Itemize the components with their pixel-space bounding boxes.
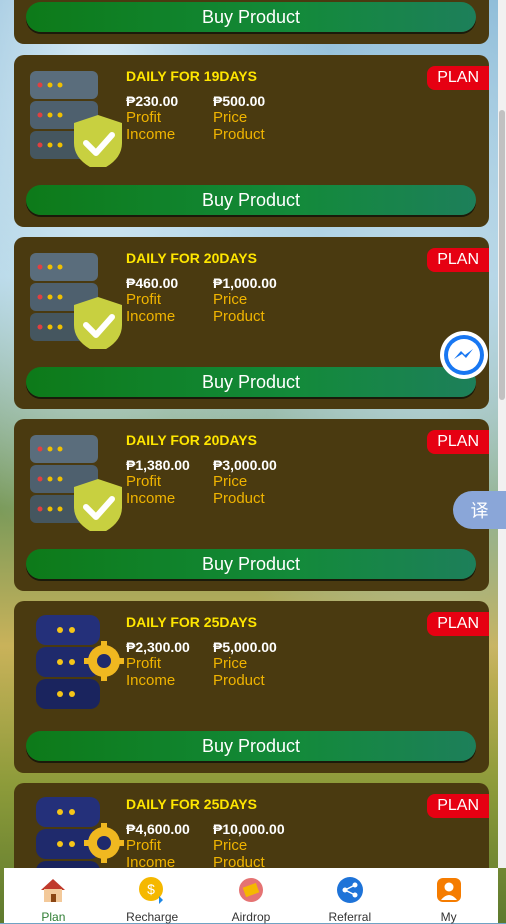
buy-product-button[interactable]: Buy Product [26,185,476,215]
price-label: Price [213,109,248,126]
buy-product-button[interactable]: Buy Product [26,367,476,397]
product-card-partial: Buy Product [14,0,489,44]
plan-badge: PLAN [427,66,489,90]
plan-badge: PLAN [427,794,489,818]
server-gear-icon [36,797,124,868]
plan-title: DAILY FOR 25DAYS [126,614,257,630]
buy-product-button[interactable]: Buy Product [26,731,476,761]
plan-title: DAILY FOR 20DAYS [126,250,257,266]
nav-label: Airdrop [231,910,271,924]
bottom-nav: Plan $ Recharge Airdrop Referral My [4,868,498,924]
profit-label: Profit [126,655,162,672]
messenger-button[interactable] [440,331,488,379]
svg-text:$: $ [147,881,155,897]
product-card: DAILY FOR 25DAYS PLAN ₱2,300.00 Profit I… [14,601,489,773]
price-value: ₱3,000.00 [213,457,277,473]
profit-value: ₱1,380.00 [126,457,190,473]
income-label: Income [126,126,176,143]
price-label: Price [213,837,248,854]
product-card: DAILY FOR 25DAYS PLAN ₱4,600.00 Profit I… [14,783,489,868]
nav-airdrop[interactable]: Airdrop [211,868,291,924]
plan-title: DAILY FOR 25DAYS [126,796,257,812]
income-label: Income [126,308,176,325]
income-label: Income [126,490,176,507]
price-label: Price [213,473,248,490]
product-label: Product [213,126,265,143]
price-label: Price [213,655,248,672]
share-icon [336,877,363,903]
user-icon [436,878,461,902]
scrollbar[interactable] [498,0,506,868]
nav-plan[interactable]: Plan [13,868,93,924]
translate-icon: 译 [470,501,489,521]
profit-value: ₱230.00 [126,93,179,109]
profit-label: Profit [126,291,162,308]
profit-value: ₱2,300.00 [126,639,190,655]
price-value: ₱10,000.00 [213,821,285,837]
plan-title: DAILY FOR 20DAYS [126,432,257,448]
product-card: DAILY FOR 20DAYS PLAN ₱460.00 Profit Inc… [14,237,489,409]
server-shield-icon [30,71,122,167]
nav-referral[interactable]: Referral [310,868,390,924]
income-label: Income [126,672,176,689]
profit-label: Profit [126,837,162,854]
plan-badge: PLAN [427,612,489,636]
translate-button[interactable]: 译 [453,491,506,529]
home-icon [41,879,66,902]
plan-title: DAILY FOR 19DAYS [126,68,257,84]
price-value: ₱1,000.00 [213,275,277,291]
product-label: Product [213,308,265,325]
nav-label: My [440,910,457,924]
profit-value: ₱4,600.00 [126,821,190,837]
profit-value: ₱460.00 [126,275,179,291]
buy-product-button[interactable]: Buy Product [26,2,476,32]
plan-badge: PLAN [427,430,489,454]
nav-label: Plan [41,910,66,924]
profit-label: Profit [126,473,162,490]
airdrop-icon [238,878,263,902]
server-shield-icon [30,253,122,349]
income-label: Income [126,854,176,868]
price-label: Price [213,291,248,308]
product-label: Product [213,854,265,868]
product-card: DAILY FOR 19DAYS PLAN ₱230.00 Profit Inc… [14,55,489,227]
price-value: ₱5,000.00 [213,639,277,655]
nav-recharge[interactable]: $ Recharge [112,868,192,924]
nav-my[interactable]: My [409,868,489,924]
nav-label: Recharge [126,910,179,924]
buy-product-button[interactable]: Buy Product [26,549,476,579]
coin-icon: $ [139,877,164,904]
server-shield-icon [30,435,122,531]
scrollbar-thumb[interactable] [499,110,505,400]
server-gear-icon [36,615,124,709]
messenger-icon [444,335,484,375]
nav-label: Referral [328,910,372,924]
product-label: Product [213,490,265,507]
product-label: Product [213,672,265,689]
product-card: DAILY FOR 20DAYS PLAN ₱1,380.00 Profit I… [14,419,489,591]
plan-badge: PLAN [427,248,489,272]
profit-label: Profit [126,109,162,126]
price-value: ₱500.00 [213,93,266,109]
